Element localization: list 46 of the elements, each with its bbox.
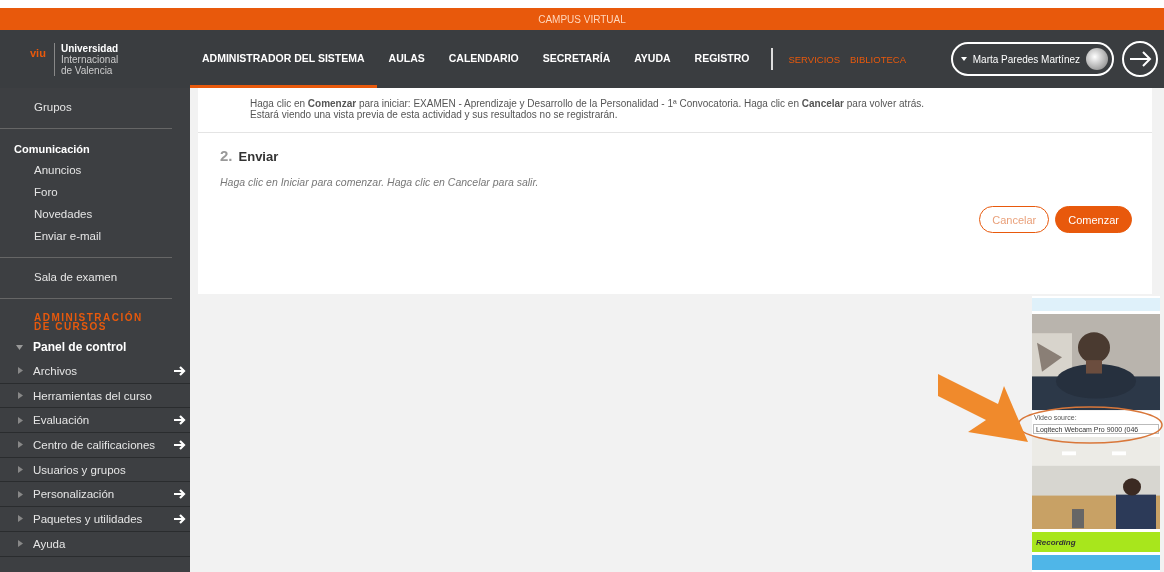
nav-tab[interactable]: REGISTRO	[682, 30, 762, 88]
caret-icon	[18, 540, 23, 548]
sidebar-item[interactable]: Archivos	[0, 359, 190, 384]
sidebar-item[interactable]: Personalización	[0, 482, 190, 508]
logout-icon	[1128, 50, 1152, 68]
logo-mark: viu	[30, 46, 46, 59]
preview-note: Estará viendo una vista previa de esta actividad y sus resultados no se registrarán.	[250, 109, 619, 120]
caret-icon	[18, 367, 23, 375]
recording-status: Recording	[1032, 532, 1160, 552]
start-button[interactable]: Comenzar	[1055, 206, 1132, 233]
step-text: Haga clic en Iniciar para comenzar. Haga clic en Cancelar para salir.	[220, 176, 540, 188]
caret-icon	[18, 392, 23, 400]
logo-name: Universidad	[60, 42, 119, 54]
step-number: 2.	[220, 147, 233, 164]
caret-icon	[16, 343, 23, 351]
sidebar-heading: Comunicación	[13, 142, 91, 157]
intro-text: Haga clic en Comenzar para iniciar: EXAMEN - Aprendizaje y Desarrollo de la Personalidad - 1ª Convocatoria. Haga clic en Cancelar para volver atrás.	[250, 98, 926, 109]
caret-icon	[960, 57, 967, 61]
caret-icon	[18, 441, 23, 449]
nav-tab[interactable]: AYUDA	[622, 30, 683, 88]
logout-button[interactable]	[1122, 41, 1158, 77]
sidebar-item[interactable]: Panel de control	[0, 335, 190, 359]
caret-icon	[18, 466, 23, 474]
sidebar-item[interactable]: Paquetes y utilidades	[0, 507, 190, 532]
sidebar-item[interactable]: Novedades	[0, 203, 172, 225]
sidebar-item[interactable]: Evaluación	[0, 408, 190, 434]
user-menu[interactable]: Marta Paredes Martínez	[950, 42, 1114, 76]
sidebar-item[interactable]: Foro	[0, 181, 172, 203]
sidebar-item[interactable]: Centro de calificaciones	[0, 433, 190, 458]
sidebar-heading: ADMINISTRACIÓN DE CURSOS	[33, 310, 144, 334]
logo-text: Internacional	[60, 53, 119, 65]
caret-icon	[18, 515, 23, 523]
step-title: Enviar	[238, 149, 279, 164]
sidebar-item[interactable]: Sala de examen	[0, 266, 172, 288]
avatar-icon	[1086, 48, 1108, 70]
sidebar-item[interactable]: Enviar e-mail	[0, 225, 172, 247]
nav-tab[interactable]: CALENDARIO	[436, 30, 531, 88]
site-title: CAMPUS VIRTUAL	[538, 13, 626, 25]
nav-tab[interactable]: SECRETARÍA	[530, 30, 623, 88]
user-name: Marta Paredes Martínez	[972, 53, 1080, 65]
nav-tab[interactable]: AULAS	[376, 30, 437, 88]
sidebar-item[interactable]: Anuncios	[0, 159, 172, 181]
logo-text: de Valencia	[60, 64, 114, 76]
sidebar-item[interactable]: Grupos	[0, 96, 172, 118]
caret-icon	[18, 416, 23, 424]
caret-icon	[18, 490, 23, 498]
